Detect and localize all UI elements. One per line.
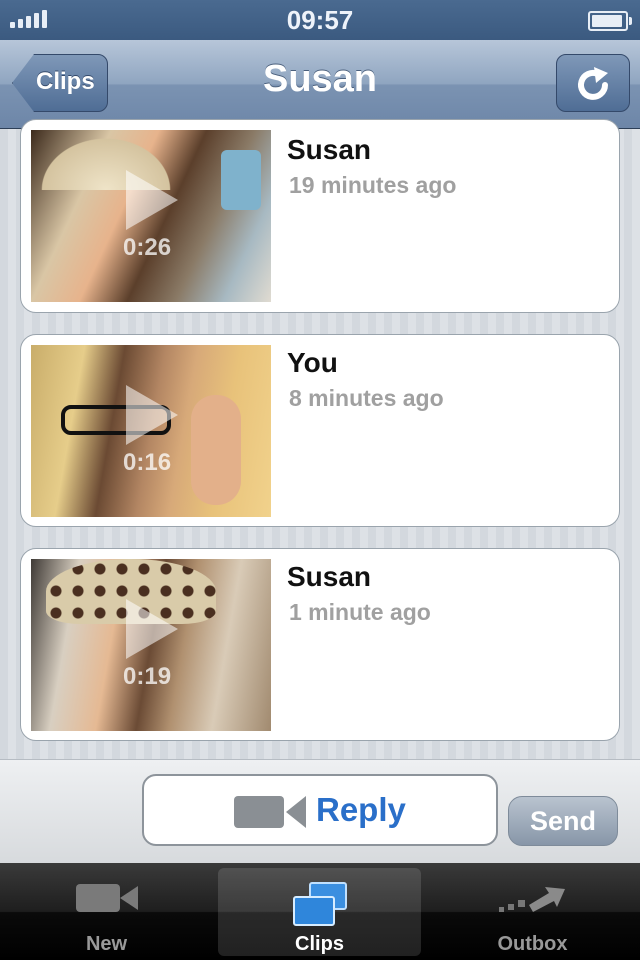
tab-new[interactable]: New — [0, 863, 213, 960]
clip-duration: 0:26 — [123, 234, 172, 261]
clips-stack-icon — [292, 882, 347, 926]
clip-sender: You — [287, 347, 338, 378]
tab-label: Outbox — [497, 933, 568, 955]
clip-thumbnail[interactable]: 0:16 — [31, 345, 271, 517]
send-button[interactable]: Send — [508, 796, 618, 846]
navigation-bar: Clips Susan — [0, 40, 640, 129]
clip-thumbnail[interactable]: 0:19 — [31, 559, 271, 731]
tab-clips[interactable]: Clips — [213, 863, 426, 960]
clip-list[interactable]: 0:26 Susan 19 minutes ago 0:16 You 8 min… — [0, 119, 640, 759]
reply-bar: Reply Send — [0, 759, 640, 864]
refresh-icon — [578, 67, 608, 100]
tab-bar: New Clips Outbox — [0, 863, 640, 960]
battery-icon — [588, 11, 632, 31]
tab-outbox[interactable]: Outbox — [426, 863, 639, 960]
clip-item[interactable]: 0:16 You 8 minutes ago — [20, 334, 620, 527]
reply-label: Reply — [316, 791, 406, 828]
clip-timestamp: 8 minutes ago — [289, 385, 444, 411]
video-camera-icon — [75, 884, 138, 912]
clip-item[interactable]: 0:19 Susan 1 minute ago — [20, 548, 620, 741]
tab-label: Clips — [295, 933, 344, 955]
refresh-button[interactable] — [556, 54, 630, 112]
clip-thumbnail[interactable]: 0:26 — [31, 130, 271, 302]
page-title: Susan — [262, 58, 378, 100]
clip-sender: Susan — [287, 134, 372, 165]
play-icon — [126, 385, 178, 445]
tab-label: New — [85, 933, 128, 955]
clip-item[interactable]: 0:26 Susan 19 minutes ago — [20, 119, 620, 313]
clip-timestamp: 1 minute ago — [289, 599, 431, 625]
status-time: 09:57 — [286, 5, 354, 35]
play-icon — [126, 599, 178, 659]
clip-duration: 0:19 — [123, 663, 172, 690]
clip-sender: Susan — [287, 561, 372, 592]
play-icon — [126, 170, 178, 230]
outbox-arrow-icon — [498, 887, 565, 912]
status-bar: 09:57 — [0, 0, 640, 40]
clip-duration: 0:16 — [123, 449, 172, 476]
video-camera-icon — [234, 796, 284, 828]
clip-timestamp: 19 minutes ago — [289, 172, 457, 198]
reply-button[interactable]: Reply — [142, 774, 498, 846]
